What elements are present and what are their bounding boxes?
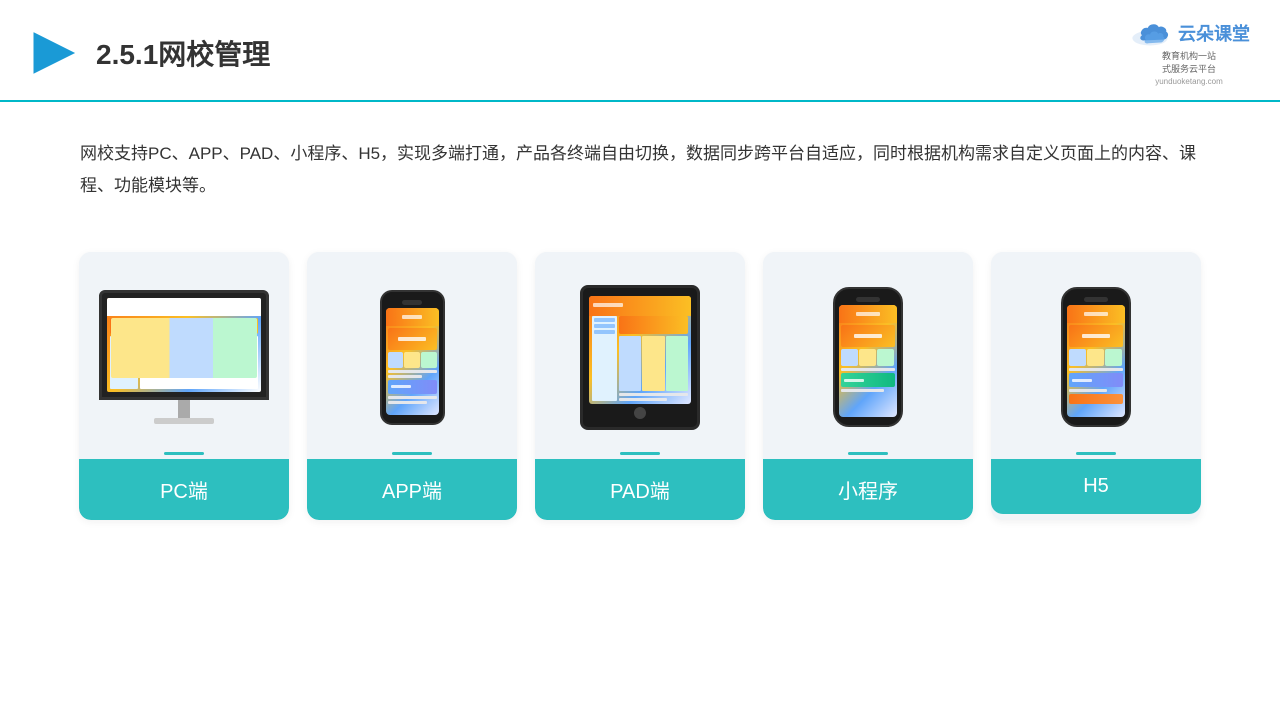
card-app-accent [392, 452, 432, 455]
header-left: 2.5.1网校管理 [30, 29, 270, 77]
description-text: 网校支持PC、APP、PAD、小程序、H5，实现多端打通，产品各终端自由切换，数… [80, 138, 1200, 203]
card-miniapp-image [763, 252, 973, 452]
brand-tagline: 教育机构一站式服务云平台yunduoketang.com [1155, 50, 1223, 88]
card-miniapp: 小程序 [763, 252, 973, 520]
tablet-mockup [580, 285, 700, 430]
title-number: 2.5.1 [96, 39, 158, 70]
card-h5-accent [1076, 452, 1116, 455]
brand-name: 云朵课堂 [1178, 20, 1250, 46]
card-h5: H5 [991, 252, 1201, 520]
card-pad-accent [620, 452, 660, 455]
card-pad-label: PAD端 [535, 459, 745, 520]
platform-cards: PC端 [0, 212, 1280, 520]
brand-logo: 云朵课堂 教育机构一站式服务云平台yunduoketang.com [1128, 18, 1250, 88]
card-pc-label: PC端 [79, 459, 289, 520]
phone-mockup-miniapp [833, 287, 903, 427]
phone-mockup-h5 [1061, 287, 1131, 427]
cloud-icon [1128, 18, 1172, 48]
description-block: 网校支持PC、APP、PAD、小程序、H5，实现多端打通，产品各终端自由切换，数… [0, 102, 1280, 203]
title-main: 网校管理 [158, 39, 270, 70]
card-app: APP端 [307, 252, 517, 520]
card-app-image [307, 252, 517, 452]
page-title: 2.5.1网校管理 [96, 33, 270, 73]
card-h5-image [991, 252, 1201, 452]
card-pc: PC端 [79, 252, 289, 520]
card-pc-accent [164, 452, 204, 455]
card-miniapp-accent [848, 452, 888, 455]
play-icon [30, 29, 78, 77]
header: 2.5.1网校管理 云朵课堂 教育机构一站式服务云平台yunduoketang.… [0, 0, 1280, 102]
card-pc-image [79, 252, 289, 452]
card-pad-image [535, 252, 745, 452]
card-pad: PAD端 [535, 252, 745, 520]
card-h5-label: H5 [991, 459, 1201, 514]
card-app-label: APP端 [307, 459, 517, 520]
phone-mockup-app [380, 290, 445, 425]
pc-mockup [97, 290, 272, 424]
card-miniapp-label: 小程序 [763, 459, 973, 520]
